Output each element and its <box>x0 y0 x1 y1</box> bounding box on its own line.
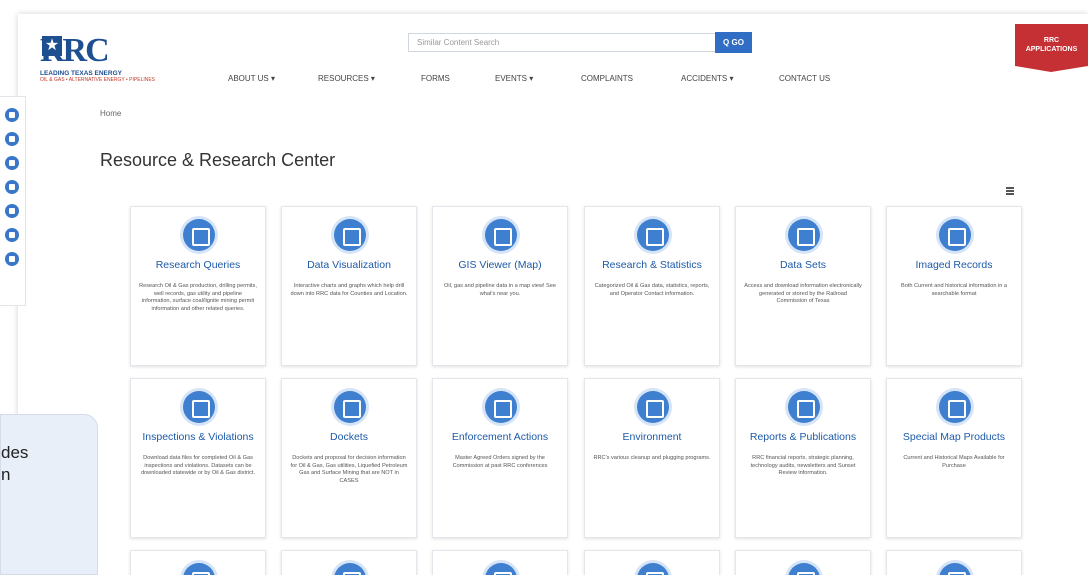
card-title[interactable]: Special Map Products <box>887 431 1021 443</box>
main-navigation: ABOUT US ▾ RESOURCES ▾ FORMS EVENTS ▾ COMPLA… <box>18 74 1088 88</box>
anchor-icon[interactable] <box>5 228 19 242</box>
nav-contact-us[interactable]: CONTACT US <box>779 74 830 83</box>
card-description: Current and Historical Maps Available fo… <box>903 455 1005 469</box>
nav-resources[interactable]: RESOURCES ▾ <box>318 74 375 83</box>
resource-card[interactable]: Inspections & Violations Download data fi… <box>130 378 266 538</box>
breadcrumb[interactable]: Home <box>100 109 121 118</box>
card-description: Categorized Oil & Gas data, statistics, … <box>594 283 710 297</box>
card-description: Oil, gas and pipeline data in a map view… <box>444 283 556 297</box>
card-description: Both Current and historical information … <box>900 283 1008 297</box>
nav-about-us[interactable]: ABOUT US ▾ <box>228 74 275 83</box>
texas-icon <box>939 391 971 423</box>
resource-icon <box>334 563 366 575</box>
resource-icon <box>183 563 215 575</box>
resource-card[interactable]: Research Queries Research Oil & Gas produ… <box>130 206 266 366</box>
gavel-icon <box>485 391 517 423</box>
resource-card[interactable]: Research & Statistics Categorized Oil & G… <box>584 206 720 366</box>
resource-card[interactable]: Environment RRC's various cleanup and plu… <box>584 378 720 538</box>
card-description: Dockets and proposal for decision inform… <box>290 455 408 484</box>
resource-card[interactable]: Data Visualization Interactive charts and… <box>281 206 417 366</box>
resource-card[interactable]: Data Sets Access and download information… <box>735 206 871 366</box>
statistics-icon <box>637 219 669 251</box>
resource-card[interactable] <box>130 550 266 575</box>
leaf-icon[interactable] <box>5 204 19 218</box>
resource-icon <box>788 563 820 575</box>
car-icon[interactable] <box>5 180 19 194</box>
card-title[interactable]: Dockets <box>282 431 416 443</box>
resource-card[interactable]: Dockets Dockets and proposal for decision… <box>281 378 417 538</box>
resource-card[interactable] <box>281 550 417 575</box>
nav-events[interactable]: EVENTS ▾ <box>495 74 533 83</box>
resource-card[interactable]: Enforcement Actions Master Agreed Orders … <box>432 378 568 538</box>
nav-accidents[interactable]: ACCIDENTS ▾ <box>681 74 733 83</box>
resource-card[interactable]: Reports & Publications RRC financial repo… <box>735 378 871 538</box>
card-description: RRC financial reports, strategic plannin… <box>750 455 856 477</box>
resource-icon <box>939 563 971 575</box>
search-input[interactable]: Similar Content Search <box>408 33 716 52</box>
card-title[interactable]: Imaged Records <box>887 259 1021 271</box>
card-title[interactable]: GIS Viewer (Map) <box>433 259 567 271</box>
card-title[interactable]: Research & Statistics <box>585 259 719 271</box>
card-description: Access and download information electron… <box>744 283 862 305</box>
card-description: RRC's various cleanup and plugging progr… <box>593 455 711 461</box>
map-pin-icon <box>485 219 517 251</box>
flame-icon[interactable] <box>5 156 19 170</box>
resource-card[interactable] <box>735 550 871 575</box>
chat-panel[interactable]: des n <box>0 414 98 575</box>
card-description: Interactive charts and graphs which help… <box>290 283 408 297</box>
card-description: Download data files for completed Oil & … <box>140 455 256 477</box>
resource-card[interactable] <box>584 550 720 575</box>
card-description: Research Oil & Gas production, drilling … <box>139 283 257 312</box>
apps-label-line1: RRC <box>1043 37 1060 44</box>
book-icon <box>788 391 820 423</box>
list-view-icon[interactable] <box>1006 187 1014 195</box>
card-title[interactable]: Reports & Publications <box>736 431 870 443</box>
card-title[interactable]: Research Queries <box>131 259 265 271</box>
card-description: Master Agreed Orders signed by the Commi… <box>452 455 548 469</box>
chat-text-line1: des <box>1 443 29 462</box>
magnifier-icon <box>183 391 215 423</box>
database-icon <box>788 219 820 251</box>
card-title[interactable]: Inspections & Violations <box>131 431 265 443</box>
browser-frame: RRC ★ LEADING TEXAS ENERGY OIL & GAS • A… <box>18 14 1088 575</box>
go-button[interactable]: Q GO <box>715 32 752 53</box>
resource-card[interactable]: Imaged Records Both Current and historica… <box>886 206 1022 366</box>
page-title: Resource & Research Center <box>100 150 336 170</box>
texas-map-icon <box>334 219 366 251</box>
resource-card[interactable]: Special Map Products Current and Historic… <box>886 378 1022 538</box>
card-title[interactable]: Data Visualization <box>282 259 416 271</box>
card-title[interactable]: Enforcement Actions <box>433 431 567 443</box>
nav-forms[interactable]: FORMS <box>421 74 450 83</box>
resource-card[interactable] <box>432 550 568 575</box>
card-title[interactable]: Data Sets <box>736 259 870 271</box>
monitor-icon <box>939 219 971 251</box>
star-icon: ★ <box>42 36 62 56</box>
research-icon <box>183 219 215 251</box>
resource-card[interactable] <box>886 550 1022 575</box>
building-icon[interactable] <box>5 108 19 122</box>
resource-icon <box>485 563 517 575</box>
oil-drop-icon[interactable] <box>5 132 19 146</box>
card-title[interactable]: Environment <box>585 431 719 443</box>
resource-icon <box>637 563 669 575</box>
sidebar <box>0 96 26 306</box>
book-icon[interactable] <box>5 252 19 266</box>
rrc-applications-button[interactable]: RRC APPLICATIONS <box>1015 24 1088 72</box>
page: RRC ★ LEADING TEXAS ENERGY OIL & GAS • A… <box>0 0 1088 575</box>
resource-card[interactable]: GIS Viewer (Map) Oil, gas and pipeline da… <box>432 206 568 366</box>
scales-icon <box>334 391 366 423</box>
nav-complaints[interactable]: COMPLAINTS <box>581 74 633 83</box>
chat-text-line2: n <box>1 465 11 484</box>
apps-label-line2: APPLICATIONS <box>1025 46 1078 53</box>
environment-icon <box>637 391 669 423</box>
